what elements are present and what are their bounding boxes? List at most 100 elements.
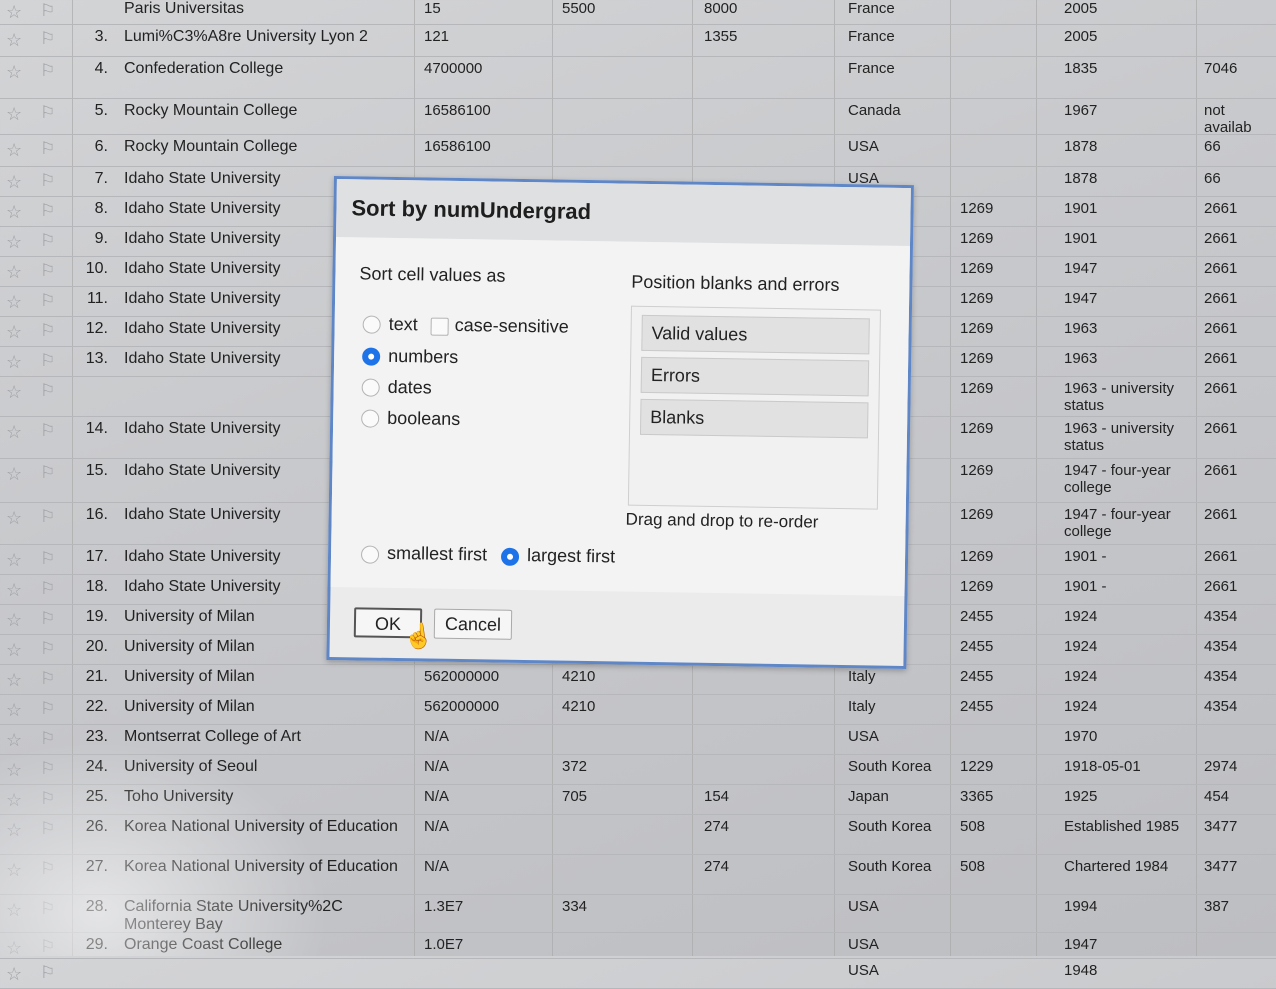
flag-icon[interactable]: ⚐ bbox=[40, 103, 55, 123]
table-cell[interactable]: 1925 bbox=[1064, 788, 1182, 805]
star-icon[interactable]: ☆ bbox=[6, 62, 22, 83]
table-cell[interactable]: 1269 bbox=[960, 230, 1070, 247]
radio-largest-label[interactable]: largest first bbox=[527, 545, 615, 567]
table-row[interactable]: ☆ ⚐ 6. Rocky Mountain College 16586100 USA 187… bbox=[0, 134, 1276, 167]
table-cell[interactable]: 2661 bbox=[1204, 462, 1274, 479]
table-cell[interactable]: 2455 bbox=[960, 698, 1070, 715]
cell-name[interactable]: University of Seoul bbox=[124, 758, 404, 776]
table-row[interactable]: ☆ ⚐ 23. Montserrat College of Art N/A USA 1970 bbox=[0, 724, 1276, 755]
table-cell[interactable]: 2455 bbox=[960, 608, 1070, 625]
cell-name[interactable]: Montserrat College of Art bbox=[124, 728, 404, 746]
table-cell[interactable]: 2661 bbox=[1204, 320, 1274, 337]
table-cell[interactable]: 1948 bbox=[1064, 962, 1182, 979]
table-cell[interactable]: 1947 bbox=[1064, 290, 1182, 307]
table-cell[interactable]: 1269 bbox=[960, 320, 1070, 337]
star-icon[interactable]: ☆ bbox=[6, 322, 22, 343]
star-icon[interactable]: ☆ bbox=[6, 172, 22, 193]
table-cell[interactable]: Established 1985 bbox=[1064, 818, 1182, 835]
table-cell[interactable]: South Korea bbox=[848, 818, 958, 835]
table-cell[interactable]: 4700000 bbox=[424, 60, 534, 77]
star-icon[interactable]: ☆ bbox=[6, 610, 22, 631]
flag-icon[interactable]: ⚐ bbox=[40, 639, 55, 659]
order-item[interactable]: Blanks bbox=[639, 398, 869, 439]
table-cell[interactable]: USA bbox=[848, 936, 958, 953]
star-icon[interactable]: ☆ bbox=[6, 820, 22, 841]
star-icon[interactable]: ☆ bbox=[6, 790, 22, 811]
table-cell[interactable]: 1269 bbox=[960, 462, 1070, 479]
table-row[interactable]: ☆ ⚐ 4. Confederation College 4700000 France 18… bbox=[0, 56, 1276, 99]
star-icon[interactable]: ☆ bbox=[6, 2, 22, 23]
table-cell[interactable]: 3477 bbox=[1204, 858, 1274, 875]
table-cell[interactable]: 4354 bbox=[1204, 638, 1274, 655]
table-cell[interactable]: 7046 bbox=[1204, 60, 1274, 77]
table-cell[interactable]: 1947 bbox=[1064, 260, 1182, 277]
star-icon[interactable]: ☆ bbox=[6, 670, 22, 691]
table-row[interactable]: ☆ ⚐ 29. Orange Coast College 1.0E7 USA 1947 bbox=[0, 932, 1276, 959]
table-cell[interactable]: 1901 bbox=[1064, 230, 1182, 247]
table-cell[interactable]: 1963 - university status bbox=[1064, 420, 1182, 454]
table-cell[interactable]: 334 bbox=[562, 898, 672, 915]
radio-text-label[interactable]: text bbox=[389, 314, 418, 335]
table-row[interactable]: ☆ ⚐ 22. University of Milan 562000000 4210 Ita… bbox=[0, 694, 1276, 725]
flag-icon[interactable]: ⚐ bbox=[40, 201, 55, 221]
flag-icon[interactable]: ⚐ bbox=[40, 1, 55, 21]
table-cell[interactable]: USA bbox=[848, 898, 958, 915]
table-cell[interactable]: 1269 bbox=[960, 200, 1070, 217]
radio-dates-label[interactable]: dates bbox=[388, 377, 432, 399]
table-row[interactable]: ☆ ⚐ 5. Rocky Mountain College 16586100 Canada… bbox=[0, 98, 1276, 136]
flag-icon[interactable]: ⚐ bbox=[40, 899, 55, 919]
star-icon[interactable]: ☆ bbox=[6, 700, 22, 721]
table-cell[interactable]: 2005 bbox=[1064, 28, 1182, 45]
flag-icon[interactable]: ⚐ bbox=[40, 963, 55, 983]
table-cell[interactable]: 2661 bbox=[1204, 420, 1274, 437]
radio-numbers[interactable] bbox=[362, 347, 381, 366]
table-cell[interactable]: 1269 bbox=[960, 260, 1070, 277]
table-cell[interactable]: South Korea bbox=[848, 858, 958, 875]
table-cell[interactable]: 66 bbox=[1204, 138, 1274, 155]
table-cell[interactable]: not availab bbox=[1204, 102, 1274, 136]
star-icon[interactable]: ☆ bbox=[6, 30, 22, 51]
table-cell[interactable]: 4354 bbox=[1204, 698, 1274, 715]
table-cell[interactable]: 1901 - bbox=[1064, 548, 1182, 565]
cell-name[interactable]: University of Milan bbox=[124, 698, 404, 716]
table-cell[interactable]: 1835 bbox=[1064, 60, 1182, 77]
table-row[interactable]: ☆ ⚐ 3. Lumi%C3%A8re University Lyon 2 121 135… bbox=[0, 24, 1276, 57]
table-cell[interactable]: 1963 bbox=[1064, 320, 1182, 337]
star-icon[interactable]: ☆ bbox=[6, 580, 22, 601]
star-icon[interactable]: ☆ bbox=[6, 760, 22, 781]
table-cell[interactable]: 1269 bbox=[960, 350, 1070, 367]
star-icon[interactable]: ☆ bbox=[6, 232, 22, 253]
table-cell[interactable]: 1924 bbox=[1064, 668, 1182, 685]
table-cell[interactable]: 1355 bbox=[704, 28, 814, 45]
table-cell[interactable]: 2661 bbox=[1204, 578, 1274, 595]
table-cell[interactable]: 121 bbox=[424, 28, 534, 45]
table-cell[interactable]: 1924 bbox=[1064, 638, 1182, 655]
radio-booleans[interactable] bbox=[361, 409, 380, 428]
table-cell[interactable]: 16586100 bbox=[424, 138, 534, 155]
flag-icon[interactable]: ⚐ bbox=[40, 231, 55, 251]
table-row[interactable]: ☆ ⚐ 24. University of Seoul N/A 372 South Kore… bbox=[0, 754, 1276, 785]
radio-smallest-first[interactable] bbox=[360, 545, 380, 564]
flag-icon[interactable]: ⚐ bbox=[40, 937, 55, 957]
radio-largest-first[interactable] bbox=[500, 547, 520, 566]
table-row[interactable]: ☆ ⚐ 25. Toho University N/A 705 154 Japan 3365 19… bbox=[0, 784, 1276, 815]
order-item[interactable]: Valid values bbox=[641, 314, 870, 355]
table-cell[interactable]: Japan bbox=[848, 788, 958, 805]
star-icon[interactable]: ☆ bbox=[6, 422, 22, 443]
table-cell[interactable]: 8000 bbox=[704, 0, 814, 17]
cell-name[interactable]: University of Milan bbox=[124, 668, 404, 686]
table-cell[interactable]: 1994 bbox=[1064, 898, 1182, 915]
table-cell[interactable]: 1269 bbox=[960, 420, 1070, 437]
table-cell[interactable]: France bbox=[848, 0, 958, 17]
star-icon[interactable]: ☆ bbox=[6, 262, 22, 283]
table-cell[interactable]: 15 bbox=[424, 0, 534, 17]
table-cell[interactable]: 2661 bbox=[1204, 350, 1274, 367]
star-icon[interactable]: ☆ bbox=[6, 382, 22, 403]
cell-name[interactable]: Lumi%C3%A8re University Lyon 2 bbox=[124, 28, 404, 46]
table-row[interactable]: ☆ ⚐ 21. University of Milan 562000000 4210 Ita… bbox=[0, 664, 1276, 695]
table-cell[interactable]: 1.3E7 bbox=[424, 898, 534, 915]
table-cell[interactable]: 2661 bbox=[1204, 506, 1274, 523]
table-cell[interactable]: Italy bbox=[848, 698, 958, 715]
flag-icon[interactable]: ⚐ bbox=[40, 549, 55, 569]
radio-text[interactable] bbox=[362, 315, 381, 334]
